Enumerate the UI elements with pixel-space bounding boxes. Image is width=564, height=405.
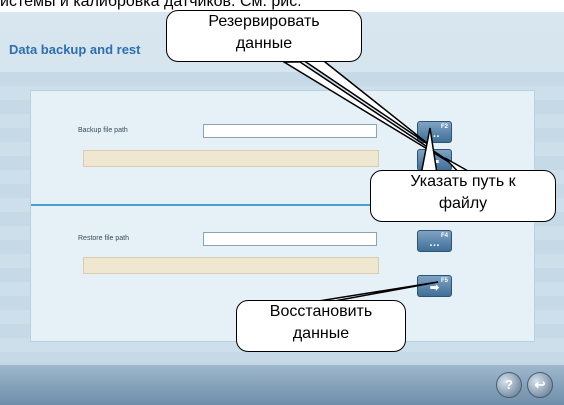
arrow-right-icon: ➡ — [429, 282, 440, 294]
ellipsis-icon: … — [429, 237, 440, 249]
ellipsis-icon: … — [429, 128, 440, 140]
restore-data-button[interactable]: F5 ➡ — [417, 275, 452, 297]
backup-data-button[interactable]: ⬅ — [417, 149, 452, 171]
restore-browse-button[interactable]: F4 … — [417, 230, 452, 252]
callout-backup-data: Резервировать данные — [166, 10, 362, 62]
callout-restore-line2: данные — [292, 325, 350, 342]
help-button[interactable]: ? — [496, 372, 522, 398]
backup-path-input[interactable] — [203, 124, 377, 138]
callout-backup-line1: Резервировать — [208, 13, 320, 30]
restore-status-bar — [83, 257, 379, 274]
callout-specify-path: Указать путь к файлу — [370, 170, 556, 222]
restore-path-label: Restore file path — [78, 235, 129, 242]
footer-bar: ? ↩ — [0, 365, 564, 405]
callout-backup-line2: данные — [235, 35, 293, 52]
restore-path-input[interactable] — [203, 232, 377, 246]
callout-browse-line2: файлу — [438, 195, 488, 212]
arrow-left-icon: ⬅ — [429, 156, 440, 168]
backup-browse-button[interactable]: F2 … — [417, 121, 452, 143]
backup-status-bar — [83, 150, 379, 167]
callout-restore-line1: Восстановить — [269, 303, 373, 320]
callout-restore-data: Восстановить данные — [236, 300, 406, 352]
exit-button[interactable]: ↩ — [527, 372, 553, 398]
callout-browse-line1: Указать путь к — [410, 173, 516, 190]
page-title: Data backup and rest — [9, 42, 141, 57]
backup-path-label: Backup file path — [78, 127, 128, 134]
